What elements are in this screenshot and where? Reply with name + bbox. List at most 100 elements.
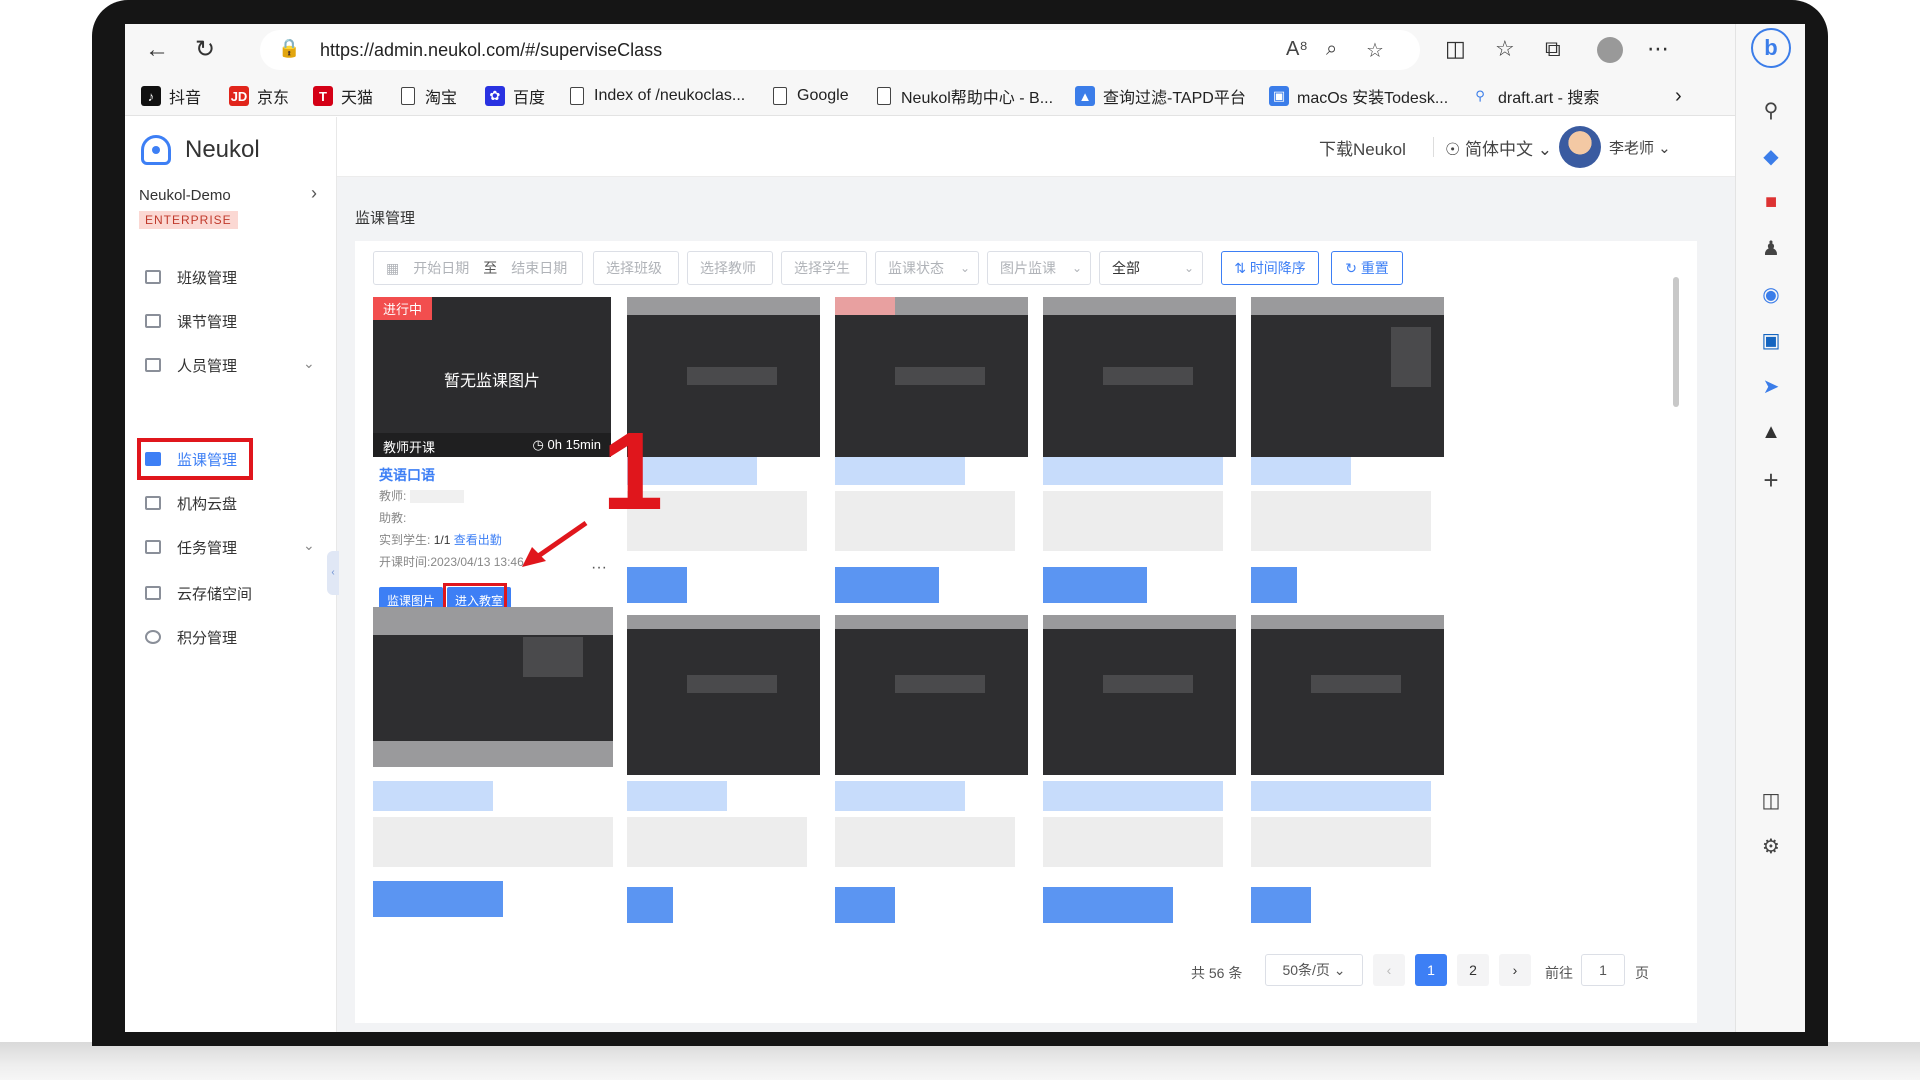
blurred-block: [1251, 781, 1431, 811]
collections-icon[interactable]: ⧉: [1545, 36, 1561, 62]
card-title[interactable]: 英语口语: [379, 465, 435, 485]
bookmark-jd[interactable]: JD 京东: [229, 84, 289, 108]
url-text: https://admin.neukol.com/#/superviseClas…: [320, 40, 663, 60]
tag-icon[interactable]: ◆: [1755, 140, 1787, 172]
bookmark-tapd[interactable]: ▲ 查询过滤-TAPD平台: [1075, 84, 1246, 108]
menu-item-cloud-disk[interactable]: 机构云盘: [145, 487, 237, 519]
page-icon: [877, 87, 891, 105]
more-icon[interactable]: ⋯: [1647, 36, 1669, 62]
page-size-select[interactable]: 50条/页 ⌄: [1265, 954, 1363, 986]
blurred-block: [1043, 817, 1223, 867]
chevron-down-icon[interactable]: ⌄: [303, 537, 315, 554]
menu-item-people-management[interactable]: 人员管理: [145, 349, 237, 381]
blurred-button: [835, 567, 939, 603]
user-menu[interactable]: 李老师 ⌄: [1609, 137, 1671, 158]
storage-icon: [145, 586, 161, 600]
cloud-icon: [145, 496, 161, 510]
bookmark-index[interactable]: Index of /neukoclas...: [570, 84, 745, 108]
back-icon[interactable]: ←: [143, 36, 171, 64]
date-range-picker[interactable]: ▦ 开始日期 至 结束日期: [373, 251, 583, 285]
teacher-select[interactable]: 选择教师: [687, 251, 773, 285]
blurred-card-thumbnail: [1251, 615, 1444, 775]
avatar[interactable]: [1559, 126, 1601, 168]
sort-button[interactable]: ⇅ 时间降序: [1221, 251, 1319, 285]
blurred-button: [1251, 887, 1311, 923]
class-select[interactable]: 选择班级: [593, 251, 679, 285]
user-icon[interactable]: ♟: [1755, 232, 1787, 264]
zoom-icon[interactable]: ⌕: [1326, 38, 1337, 61]
page-icon: [570, 87, 584, 105]
page-1[interactable]: 1: [1415, 954, 1447, 986]
address-bar[interactable]: 🔒 https://admin.neukol.com/#/superviseCl…: [260, 30, 1420, 70]
bookmark-google[interactable]: Google: [773, 84, 849, 108]
clock-icon: ◷: [532, 437, 548, 452]
duration-text: ◷ 0h 15min: [532, 437, 601, 452]
card-thumbnail[interactable]: 进行中 暂无监课图片 教师开课 ◷ 0h 15min: [373, 297, 611, 457]
image-select[interactable]: 图片监课 ⌄: [987, 251, 1091, 285]
chevron-down-icon[interactable]: ⌄: [303, 355, 315, 372]
baidu-icon: ✿: [485, 86, 505, 106]
bookmark-tmall[interactable]: T 天猫: [313, 84, 373, 108]
menu-item-cloud-storage[interactable]: 云存储空间: [145, 577, 252, 609]
menu-item-lesson-management[interactable]: 课节管理: [145, 305, 237, 337]
bing-icon[interactable]: b: [1751, 28, 1791, 68]
blurred-card-thumbnail: [373, 607, 613, 767]
menu-item-points-management[interactable]: 积分管理: [145, 621, 237, 653]
profile-icon[interactable]: [1597, 37, 1623, 63]
add-icon[interactable]: +: [1755, 464, 1787, 496]
bookmark-douyin[interactable]: ♪ 抖音: [141, 84, 201, 108]
blurred-card-thumbnail: [835, 297, 1028, 457]
logo-text: Neukol: [185, 136, 260, 163]
blurred-card-thumbnail: [835, 615, 1028, 775]
menu-item-class-management[interactable]: 班级管理: [145, 261, 237, 293]
vertical-scrollbar[interactable]: [1673, 277, 1679, 407]
reload-icon[interactable]: ↻: [191, 36, 219, 64]
favorites-icon[interactable]: ☆: [1495, 36, 1515, 62]
download-link[interactable]: 下载Neukol: [1319, 135, 1406, 160]
blurred-block: [835, 817, 1015, 867]
send-icon[interactable]: ➤: [1755, 370, 1787, 402]
page-2[interactable]: 2: [1457, 954, 1489, 986]
more-icon[interactable]: ···: [591, 559, 607, 577]
org-name[interactable]: Neukol-Demo: [139, 187, 231, 204]
office-icon[interactable]: ◉: [1755, 278, 1787, 310]
toolbox-icon[interactable]: ■: [1755, 186, 1787, 218]
favorite-add-icon[interactable]: ☆: [1366, 38, 1384, 63]
language-selector[interactable]: ☉ 简体中文 ⌄: [1445, 135, 1552, 160]
settings-gear-icon[interactable]: ⚙: [1755, 830, 1787, 862]
attendance-link[interactable]: 查看出勤: [454, 533, 502, 547]
sort-icon: ⇅: [1234, 259, 1250, 276]
screen: ← ↻ 🔒 https://admin.neukol.com/#/supervi…: [125, 24, 1805, 1032]
split-screen-icon[interactable]: ◫: [1445, 36, 1466, 62]
goto-page-input[interactable]: 1: [1581, 954, 1625, 986]
bookmark-macos-todesk[interactable]: ▣ macOs 安装Todesk...: [1269, 84, 1448, 108]
chevron-right-icon[interactable]: ›: [311, 183, 317, 204]
bookmark-taobao[interactable]: 淘宝: [401, 84, 457, 108]
next-page-icon[interactable]: ›: [1499, 954, 1531, 986]
outlook-icon[interactable]: ▣: [1755, 324, 1787, 356]
tree-icon[interactable]: ▲: [1755, 416, 1787, 448]
scope-select[interactable]: 全部 ⌄: [1099, 251, 1203, 285]
enterprise-badge: ENTERPRISE: [139, 211, 238, 229]
bookmark-baidu[interactable]: ✿ 百度: [485, 84, 545, 108]
menu-item-task-management[interactable]: 任务管理: [145, 531, 237, 563]
read-aloud-icon[interactable]: A⁸: [1286, 38, 1308, 61]
search-icon[interactable]: ⚲: [1755, 94, 1787, 126]
status-select[interactable]: 监课状态 ⌄: [875, 251, 979, 285]
sidebar-collapse-icon[interactable]: ‹: [327, 551, 339, 595]
blurred-card-thumbnail: [1043, 615, 1236, 775]
blurred-card-thumbnail: [627, 615, 820, 775]
blurred-button: [1043, 567, 1147, 603]
bookmark-draft-art[interactable]: ⚲ draft.art - 搜索: [1470, 84, 1599, 108]
strip-left-text: 教师开课: [383, 440, 436, 455]
bookmark-neukol-help[interactable]: Neukol帮助中心 - B...: [877, 84, 1053, 108]
reset-button[interactable]: ↻ 重置: [1331, 251, 1403, 285]
blurred-block: [373, 781, 493, 811]
sidebar-toggle-icon[interactable]: ◫: [1755, 784, 1787, 816]
blurred-block: [835, 781, 965, 811]
blurred-block: [1043, 457, 1223, 485]
bookmarks-more-chevron-icon[interactable]: ›: [1675, 84, 1682, 108]
prev-page-icon[interactable]: ‹: [1373, 954, 1405, 986]
student-select[interactable]: 选择学生: [781, 251, 867, 285]
logo[interactable]: Neukol: [141, 135, 260, 165]
